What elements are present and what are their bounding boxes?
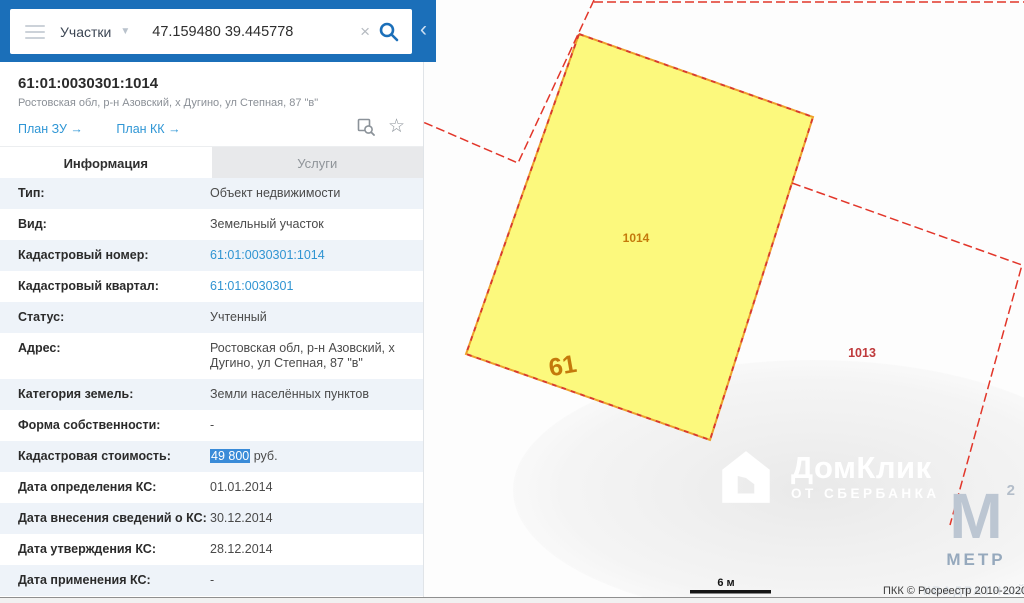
row-label: Тип: <box>18 186 45 200</box>
scale-label: 6 м <box>717 577 734 589</box>
row-label: Кадастровый квартал: <box>18 279 159 293</box>
row-value: 30.12.2014 <box>210 511 273 525</box>
menu-icon[interactable] <box>25 21 45 43</box>
zoom-to-area-icon[interactable] <box>357 118 375 136</box>
table-row: Кадастровая стоимость: 49 800 руб. <box>0 441 423 472</box>
table-row: Форма собственности: - <box>0 410 423 441</box>
table-row: Вид: Земельный участок <box>0 209 423 240</box>
row-label: Дата утверждения КС: <box>18 542 156 556</box>
row-label: Кадастровая стоимость: <box>18 449 171 463</box>
pkk-app: 1014 61 1013 6 м ДомКлик ОТ СБЕРБАНКА М … <box>0 0 1024 603</box>
row-value: 28.12.2014 <box>210 542 273 556</box>
metr-logo: М 2 МЕТР <box>935 480 1017 570</box>
table-row: Кадастровый номер: 61:01:0030301:1014 <box>0 240 423 271</box>
row-value: Объект недвижимости <box>210 186 341 200</box>
row-value: - <box>210 573 215 587</box>
map-copyright: ПКК © Росреестр 2010-2020 | <box>883 585 1024 597</box>
row-value[interactable]: 61:01:0030301:1014 <box>210 248 411 263</box>
adjacent-parcel-number-label: 1013 <box>848 346 876 360</box>
table-row: Дата определения КС: 01.01.2014 <box>0 472 423 503</box>
row-value[interactable]: 61:01:0030301 <box>210 279 411 294</box>
row-label: Адрес: <box>18 341 61 355</box>
search-category-dropdown[interactable]: Участки <box>60 24 111 40</box>
object-header: 61:01:0030301:1014 Ростовская обл, р-н А… <box>0 62 423 146</box>
collapse-panel-icon[interactable]: ‹ <box>420 19 427 41</box>
table-row: Дата внесения сведений о КС: 30.12.2014 <box>0 503 423 534</box>
domclick-house-icon <box>722 451 770 503</box>
object-address: Ростовская обл, р-н Азовский, х Дугино, … <box>18 97 319 109</box>
row-value: 49 800 руб. <box>210 449 278 463</box>
tab-information[interactable]: Информация <box>0 147 212 179</box>
map-viewport[interactable]: 1014 61 1013 6 м ДомКлик ОТ СБЕРБАНКА М … <box>423 0 1024 603</box>
bottom-edge <box>0 597 1024 603</box>
row-value: Учтенный <box>210 310 267 324</box>
row-label: Дата применения КС: <box>18 573 151 587</box>
chevron-down-icon[interactable]: ▼ <box>120 26 130 37</box>
tab-services[interactable]: Услуги <box>211 147 423 179</box>
district-number-label: 61 <box>547 350 579 382</box>
plan-links: План ЗУ → План КК → <box>18 122 211 136</box>
metr-letter: М <box>949 480 1003 552</box>
clear-search-icon[interactable]: × <box>360 22 370 42</box>
table-row: Дата утверждения КС: 28.12.2014 <box>0 534 423 565</box>
plan-zu-link[interactable]: План ЗУ → <box>18 122 83 136</box>
table-row: Тип: Объект недвижимости <box>0 178 423 209</box>
table-row: Адрес: Ростовская обл, р-н Азовский, х Д… <box>0 333 423 379</box>
favorite-star-icon[interactable]: ☆ <box>388 117 405 136</box>
table-row: Кадастровый квартал: 61:01:0030301 <box>0 271 423 302</box>
row-label: Кадастровый номер: <box>18 248 149 262</box>
tab-bar: Информация Услуги <box>0 146 423 179</box>
search-icon[interactable] <box>378 21 400 43</box>
search-box: Участки ▼ × <box>10 9 412 54</box>
row-value: Земельный участок <box>210 217 324 231</box>
plan-kk-link[interactable]: План КК → <box>116 122 180 136</box>
info-panel: 61:01:0030301:1014 Ростовская обл, р-н А… <box>0 0 424 603</box>
metr-squared-sup: 2 <box>1006 482 1015 499</box>
row-label: Дата определения КС: <box>18 480 157 494</box>
table-row: Дата применения КС: - <box>0 565 423 596</box>
domclick-title: ДомКлик <box>791 450 932 485</box>
row-value: Земли населённых пунктов <box>210 387 369 401</box>
metr-word: МЕТР <box>946 550 1006 569</box>
table-row: Категория земель: Земли населённых пункт… <box>0 379 423 410</box>
map-canvas: 1014 61 1013 6 м <box>423 0 1024 603</box>
row-label: Дата внесения сведений о КС: <box>18 511 207 525</box>
table-row: Статус: Учтенный <box>0 302 423 333</box>
info-table: Тип: Объект недвижимости Вид: Земельный … <box>0 178 423 597</box>
row-value: 01.01.2014 <box>210 480 273 494</box>
search-input[interactable] <box>150 22 357 41</box>
domclick-watermark: ДомКлик ОТ СБЕРБАНКА <box>715 446 940 508</box>
row-value: Ростовская обл, р-н Азовский, х Дугино, … <box>210 341 395 370</box>
row-value: - <box>210 418 215 432</box>
search-topbar: Участки ▼ × ‹ <box>0 0 436 62</box>
page-title: 61:01:0030301:1014 <box>18 75 159 92</box>
selected-parcel-number-label: 1014 <box>623 231 650 245</box>
row-label: Статус: <box>18 310 65 324</box>
row-label: Категория земель: <box>18 387 134 401</box>
row-label: Вид: <box>18 217 47 231</box>
row-label: Форма собственности: <box>18 418 161 432</box>
domclick-subtitle: ОТ СБЕРБАНКА <box>791 486 940 501</box>
